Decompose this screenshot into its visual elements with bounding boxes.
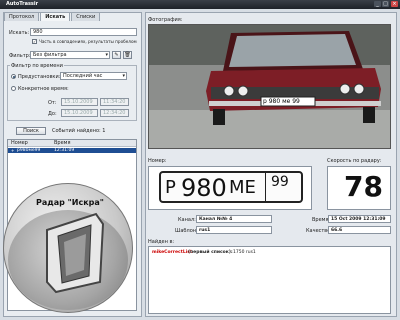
radar-device-icon xyxy=(46,212,105,294)
preset-value: Последний час xyxy=(63,73,103,79)
channel-field: Канал №№ 4 xyxy=(196,215,272,223)
car-photo-image xyxy=(149,25,390,148)
photo-label: Фотография: xyxy=(148,17,183,23)
filter-value: Без фильтра xyxy=(33,52,67,58)
time-filter-title: Фильтр по времени xyxy=(10,63,64,69)
plate-digits: 980 xyxy=(181,174,227,202)
row-number: р980ме99 xyxy=(17,148,41,153)
events-found-label: Событий найдено: 1 xyxy=(52,128,106,134)
speed-panel: 78 xyxy=(327,166,391,210)
found-label: Найден в: xyxy=(148,239,175,245)
window-title: AutoTrassir xyxy=(6,1,39,7)
preset-radio[interactable] xyxy=(11,74,16,79)
preset-select[interactable]: Последний час ▾ xyxy=(60,72,127,80)
maximize-button[interactable]: □ xyxy=(382,1,389,7)
found-list-note: (первый список): xyxy=(188,250,233,255)
custom-time-radio[interactable] xyxy=(11,86,16,91)
substring-checkbox[interactable]: ✓ xyxy=(32,39,37,44)
title-bar: AutoTrassir _ □ × xyxy=(0,0,400,9)
speed-value: 78 xyxy=(344,170,383,203)
plate-region: 99 xyxy=(271,174,289,190)
results-header: Номер Время xyxy=(8,140,136,147)
expand-icon[interactable]: + xyxy=(11,148,14,153)
filter-label: Фильтр: xyxy=(9,53,31,59)
search-button[interactable]: Поиск xyxy=(16,127,46,135)
speed-label: Скорость по радару: xyxy=(327,158,382,164)
template-field: rus1 xyxy=(196,226,272,234)
channel-label: Канал: xyxy=(178,217,196,223)
vehicle-photo: р 980 ме 99 xyxy=(148,24,391,149)
filter-select[interactable]: Без фильтра ▾ xyxy=(30,51,110,59)
chevron-down-icon: ▾ xyxy=(105,52,108,58)
close-button[interactable]: × xyxy=(391,1,398,7)
plate-letter1: Р xyxy=(165,177,176,198)
chevron-down-icon: ▾ xyxy=(122,73,125,79)
search-input[interactable]: 980 xyxy=(30,28,137,36)
photo-plate-text: р 980 ме 99 xyxy=(263,98,300,105)
from-time-input[interactable]: 11:34:20 xyxy=(100,98,129,106)
found-list-name: mikeCorrectList xyxy=(152,250,193,255)
app-window: AutoTrassir _ □ × Протокол Искать Списки… xyxy=(0,0,400,320)
time-field: 15 Oct 2009 12:31:09 xyxy=(328,215,391,223)
template-label: Шаблон: xyxy=(175,228,198,234)
found-panel: mikeCorrectList (первый список): 1750 ru… xyxy=(148,246,391,314)
radar-overlay: Радар "Искра" xyxy=(3,183,133,313)
quality-field: 66.6 xyxy=(328,226,391,234)
search-label: Искать: xyxy=(9,30,30,36)
to-time-input[interactable]: 12:34:20 xyxy=(100,109,129,117)
plate-label: Номер: xyxy=(148,158,167,164)
delete-filter-icon[interactable]: 🗑 xyxy=(123,51,132,59)
tab-protocol[interactable]: Протокол xyxy=(4,12,40,21)
row-time: 12:31:09 xyxy=(54,148,75,153)
tab-bar: Протокол Искать Списки xyxy=(4,12,101,21)
tab-search[interactable]: Искать xyxy=(40,12,71,21)
tab-lists[interactable]: Списки xyxy=(71,12,101,21)
table-row[interactable]: + р980ме99 12:31:09 xyxy=(8,148,136,153)
found-list-value: 1750 rus1 xyxy=(233,250,256,255)
edit-filter-icon[interactable]: ✎ xyxy=(112,51,121,59)
from-date-input[interactable]: 15.10.2009 xyxy=(61,98,98,106)
minimize-button[interactable]: _ xyxy=(374,1,381,7)
column-time[interactable]: Время xyxy=(54,140,70,146)
to-label: До: xyxy=(48,111,57,117)
from-label: От: xyxy=(48,100,57,106)
column-number[interactable]: Номер xyxy=(11,140,28,146)
substring-label: Часть в совпадениях, результаты пробелом xyxy=(39,39,137,44)
custom-time-label: Конкретное время: xyxy=(18,86,69,92)
plate-image: Р 980 МЕ 99 xyxy=(159,171,303,203)
preset-label: Предустановки: xyxy=(18,74,61,80)
plate-panel: Р 980 МЕ 99 xyxy=(148,166,312,210)
plate-letters: МЕ xyxy=(229,177,256,198)
to-date-input[interactable]: 15.10.2009 xyxy=(61,109,98,117)
